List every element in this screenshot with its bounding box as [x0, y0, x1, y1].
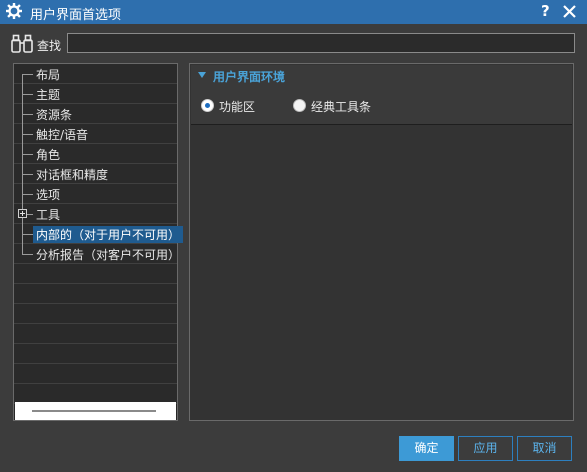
window-title: 用户界面首选项: [30, 8, 122, 23]
search-label: 查找: [37, 39, 62, 53]
tree-item-label: 分析报告（对客户不可用）: [36, 248, 181, 262]
tree-connector: [22, 114, 33, 115]
gear-icon: [6, 3, 22, 19]
tree-item-label: 布局: [36, 68, 61, 82]
scrollbar-thumb[interactable]: [32, 410, 156, 412]
tree-item[interactable]: 主题: [14, 84, 177, 104]
apply-button[interactable]: 应用: [458, 436, 513, 461]
close-icon[interactable]: [563, 5, 576, 18]
tree-connector: [22, 244, 23, 254]
collapse-caret-icon[interactable]: [198, 72, 206, 78]
tree-connector: [22, 134, 33, 135]
tree-item-label: 角色: [36, 148, 61, 162]
tree-empty-row: [14, 264, 177, 284]
ok-button[interactable]: 确定: [399, 436, 454, 461]
tree-connector: [22, 174, 33, 175]
tree-connector: [22, 154, 33, 155]
tree-item[interactable]: 内部的（对于用户不可用）: [14, 224, 184, 244]
tree-item[interactable]: 分析报告（对客户不可用）: [14, 244, 181, 264]
horizontal-scrollbar[interactable]: [15, 402, 176, 420]
tree-item[interactable]: 资源条: [14, 104, 177, 124]
tree-empty-row: [14, 344, 177, 364]
tree-empty-row: [14, 324, 177, 344]
tree-connector: [27, 214, 33, 215]
tree-item-label: 对话框和精度: [36, 168, 109, 182]
tree-empty-row: [14, 384, 177, 404]
tree-item[interactable]: 对话框和精度: [14, 164, 177, 184]
category-tree: 布局主题资源条触控/语音角色对话框和精度 选项工具内部的（对于用户不可用） 分析报告…: [13, 63, 184, 421]
classic-toolbar-radio[interactable]: [293, 99, 306, 112]
ribbon-radio[interactable]: [201, 99, 214, 112]
tree-connector: [22, 194, 33, 195]
group-title[interactable]: 用户界面环境: [213, 68, 285, 85]
tree-connector: [22, 254, 33, 255]
tree-item[interactable]: 选项: [14, 184, 177, 204]
tree-item-label: 资源条: [36, 108, 73, 122]
expand-plus-icon[interactable]: [18, 209, 27, 218]
tree-item-label: 主题: [36, 88, 61, 102]
tree-connector: [22, 234, 33, 235]
ui-environment-group: 用户界面环境 功能区 经典工具条: [191, 65, 572, 125]
tree-item-label: 触控/语音: [36, 128, 89, 142]
tree-item-label: 选项: [36, 188, 61, 202]
tree-item[interactable]: 工具: [14, 204, 177, 224]
binoculars-icon: [11, 34, 33, 53]
search-row: 查找: [10, 32, 578, 56]
tree-connector: [22, 94, 33, 95]
tree-item-label: 工具: [36, 208, 61, 222]
tree-item[interactable]: 触控/语音: [14, 124, 177, 144]
cancel-button[interactable]: 取消: [517, 436, 572, 461]
ribbon-radio-label[interactable]: 功能区: [219, 98, 255, 115]
tree-empty-row: [14, 284, 177, 304]
tree-empty-row: [14, 304, 177, 324]
title-bar: 用户界面首选项 ?: [0, 0, 587, 24]
tree-item[interactable]: 布局: [14, 64, 177, 94]
search-input[interactable]: [67, 33, 575, 53]
tree-item[interactable]: 角色: [14, 144, 177, 164]
tree-item-label: 内部的（对于用户不可用）: [33, 226, 184, 243]
tree-connector: [22, 74, 33, 75]
help-button[interactable]: ?: [541, 2, 550, 20]
classic-toolbar-radio-label[interactable]: 经典工具条: [311, 98, 371, 115]
settings-panel: 用户界面环境 功能区 经典工具条: [189, 63, 574, 421]
tree-empty-row: [14, 364, 177, 384]
